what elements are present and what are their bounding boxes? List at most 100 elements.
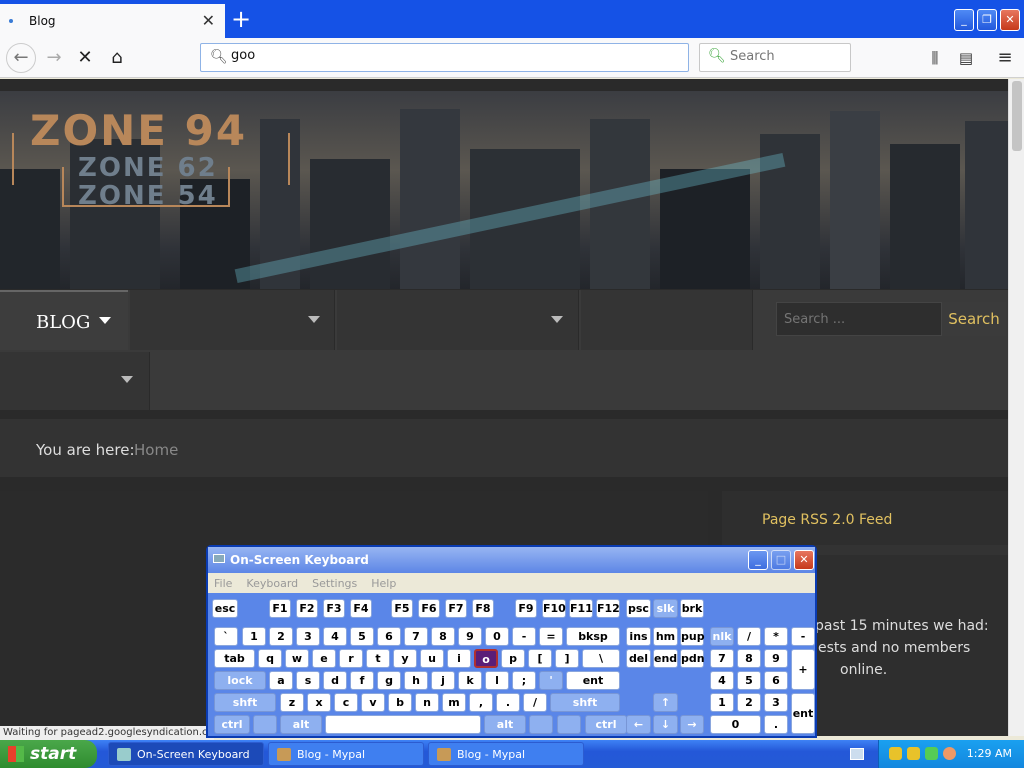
menu-file[interactable]: File (214, 577, 232, 590)
key-9[interactable]: 9 (764, 649, 788, 668)
key-4[interactable]: 4 (323, 627, 347, 646)
key-slk[interactable]: slk (653, 599, 678, 618)
key-m[interactable]: m (442, 693, 466, 712)
osk-minimize-button[interactable]: _ (748, 550, 768, 570)
key-l[interactable]: l (485, 671, 509, 690)
key-[interactable]: / (523, 693, 547, 712)
page-scrollbar[interactable] (1008, 79, 1024, 736)
key-[interactable]: * (764, 627, 788, 646)
key-1[interactable]: 1 (242, 627, 266, 646)
key-[interactable]: / (737, 627, 761, 646)
menu-help[interactable]: Help (371, 577, 396, 590)
key-windows-right[interactable] (529, 715, 553, 734)
key-[interactable]: - (791, 627, 815, 646)
key-5[interactable]: 5 (737, 671, 761, 690)
rss-feed-link[interactable]: Page RSS 2.0 Feed (762, 512, 892, 528)
key-shft[interactable]: shft (214, 693, 276, 712)
new-tab-button[interactable]: + (228, 4, 254, 34)
key-k[interactable]: k (458, 671, 482, 690)
key-d[interactable]: d (323, 671, 347, 690)
key-f1[interactable]: F1 (269, 599, 291, 618)
library-icon[interactable]: ⫼ (921, 44, 949, 72)
menu-item[interactable] (0, 352, 150, 410)
key-alt[interactable]: alt (484, 715, 526, 734)
key-ctrl[interactable]: ctrl (214, 715, 250, 734)
key-f12[interactable]: F12 (596, 599, 620, 618)
menu-item[interactable] (337, 290, 579, 350)
key-8[interactable]: 8 (737, 649, 761, 668)
key-c[interactable]: c (334, 693, 358, 712)
task-browser[interactable]: Blog - Mypal (428, 742, 584, 766)
key-f6[interactable]: F6 (418, 599, 440, 618)
key-y[interactable]: y (393, 649, 417, 668)
key-f[interactable]: f (350, 671, 374, 690)
key-1[interactable]: 1 (710, 693, 734, 712)
key-f8[interactable]: F8 (472, 599, 494, 618)
security-icon[interactable] (907, 747, 920, 760)
key-[interactable]: ↓ (653, 715, 678, 734)
menu-settings[interactable]: Settings (312, 577, 357, 590)
key-j[interactable]: j (431, 671, 455, 690)
task-browser[interactable]: Blog - Mypal (268, 742, 424, 766)
osk-maximize-button[interactable]: □ (771, 550, 791, 570)
key-2[interactable]: 2 (269, 627, 293, 646)
key-windows-left[interactable] (253, 715, 277, 734)
key-[interactable]: = (539, 627, 563, 646)
key-0[interactable]: 0 (710, 715, 761, 734)
key-f9[interactable]: F9 (515, 599, 537, 618)
menu-icon[interactable]: ≡ (991, 44, 1019, 72)
key-ins[interactable]: ins (626, 627, 651, 646)
key-bksp[interactable]: bksp (566, 627, 620, 646)
key-tab[interactable]: tab (214, 649, 255, 668)
key-i[interactable]: i (447, 649, 471, 668)
home-button[interactable]: ⌂ (103, 44, 131, 72)
restore-button[interactable]: ❐ (977, 9, 997, 31)
shield-icon[interactable] (889, 747, 902, 760)
url-bar[interactable]: 🔍︎ (200, 43, 689, 72)
key-8[interactable]: 8 (431, 627, 455, 646)
key-w[interactable]: w (285, 649, 309, 668)
key-pdn[interactable]: pdn (680, 649, 705, 668)
key-o[interactable]: o (474, 649, 498, 668)
key-f7[interactable]: F7 (445, 599, 467, 618)
menu-item[interactable] (130, 290, 335, 350)
key-esc[interactable]: esc (212, 599, 238, 618)
key-[interactable]: ; (512, 671, 536, 690)
key-f11[interactable]: F11 (569, 599, 593, 618)
start-button[interactable]: start (0, 740, 97, 768)
network-icon[interactable] (925, 747, 938, 760)
key-[interactable]: , (469, 693, 493, 712)
key-9[interactable]: 9 (458, 627, 482, 646)
key-space[interactable] (325, 715, 481, 734)
key-f10[interactable]: F10 (542, 599, 566, 618)
key-b[interactable]: b (388, 693, 412, 712)
key-7[interactable]: 7 (710, 649, 734, 668)
key-[interactable]: \ (582, 649, 620, 668)
key-f5[interactable]: F5 (391, 599, 413, 618)
key-[interactable]: [ (528, 649, 552, 668)
sidebar-icon[interactable]: ▤ (952, 44, 980, 72)
browser-search-input[interactable] (730, 49, 840, 64)
key-3[interactable]: 3 (296, 627, 320, 646)
menu-item[interactable] (581, 290, 753, 350)
site-search-button[interactable]: Search (942, 302, 1006, 336)
key-5[interactable]: 5 (350, 627, 374, 646)
key-3[interactable]: 3 (764, 693, 788, 712)
osk-titlebar[interactable]: On-Screen Keyboard _ □ ✕ (208, 547, 815, 573)
key-[interactable]: ← (626, 715, 651, 734)
key-lock[interactable]: lock (214, 671, 266, 690)
key-[interactable]: → (680, 715, 704, 734)
key-f4[interactable]: F4 (350, 599, 372, 618)
site-logo[interactable]: ZONE 94 (30, 106, 247, 155)
key-end[interactable]: end (653, 649, 678, 668)
key-pup[interactable]: pup (680, 627, 705, 646)
key-4[interactable]: 4 (710, 671, 734, 690)
key-6[interactable]: 6 (764, 671, 788, 690)
key-u[interactable]: u (420, 649, 444, 668)
key-nlk[interactable]: nlk (710, 627, 734, 646)
site-search-field[interactable] (776, 302, 942, 336)
key-[interactable]: . (496, 693, 520, 712)
key-[interactable]: ] (555, 649, 579, 668)
scrollbar-thumb[interactable] (1012, 81, 1022, 151)
key-hm[interactable]: hm (653, 627, 678, 646)
